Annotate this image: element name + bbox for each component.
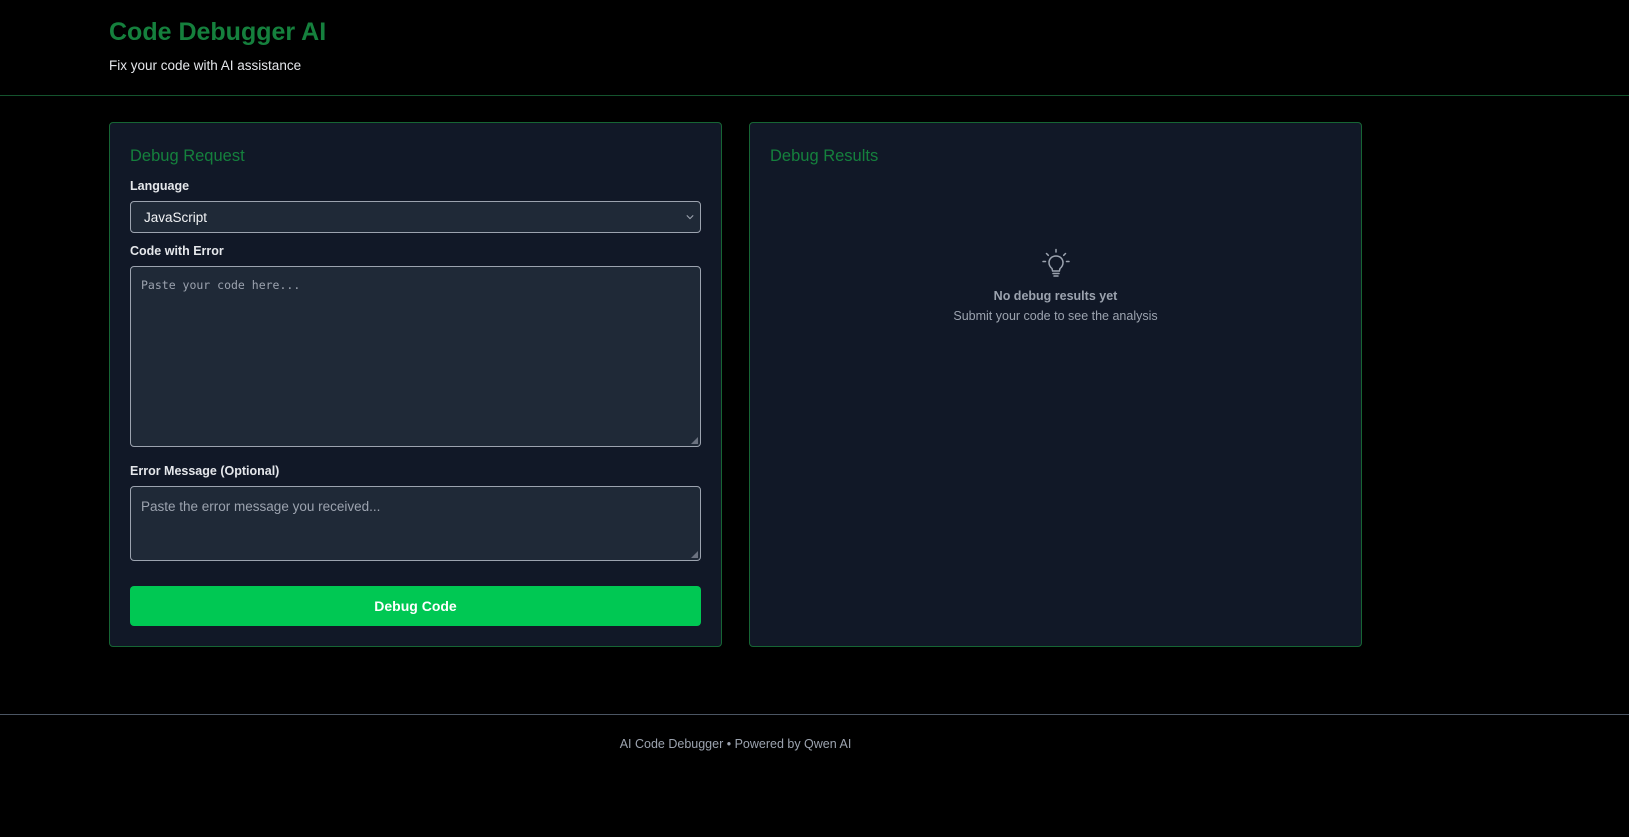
code-textarea[interactable]: Paste your code here... — [130, 266, 701, 447]
error-message-label: Error Message (Optional) — [130, 464, 280, 478]
empty-state-subtitle: Submit your code to see the analysis — [953, 309, 1158, 323]
code-with-error-label: Code with Error — [130, 244, 224, 258]
resize-handle-icon[interactable] — [691, 551, 698, 558]
resize-handle-icon[interactable] — [691, 437, 698, 444]
debug-request-title: Debug Request — [130, 147, 245, 165]
app-title: Code Debugger AI — [109, 18, 327, 46]
app-footer: AI Code Debugger • Powered by Qwen AI — [0, 714, 1629, 837]
code-placeholder: Paste your code here... — [141, 278, 301, 292]
app-subtitle: Fix your code with AI assistance — [109, 58, 302, 73]
language-select[interactable]: JavaScript — [130, 201, 701, 233]
error-message-placeholder: Paste the error message you received... — [141, 499, 381, 514]
error-message-textarea[interactable]: Paste the error message you received... — [130, 486, 701, 561]
language-select-value: JavaScript — [144, 210, 208, 225]
empty-state: No debug results yet Submit your code to… — [750, 247, 1361, 323]
debug-code-button[interactable]: Debug Code — [130, 586, 701, 626]
language-label: Language — [130, 179, 190, 193]
empty-state-title: No debug results yet — [993, 289, 1118, 303]
chevron-down-icon — [686, 215, 694, 220]
debug-results-panel: Debug Results No debug results yet Submi… — [749, 122, 1362, 647]
footer-text: AI Code Debugger • Powered by Qwen AI — [619, 737, 852, 751]
debug-request-panel: Debug Request Language JavaScript Code w… — [109, 122, 722, 647]
lightbulb-icon — [1041, 248, 1070, 277]
debug-results-title: Debug Results — [770, 147, 879, 165]
app-header: Code Debugger AI Fix your code with AI a… — [0, 0, 1629, 96]
